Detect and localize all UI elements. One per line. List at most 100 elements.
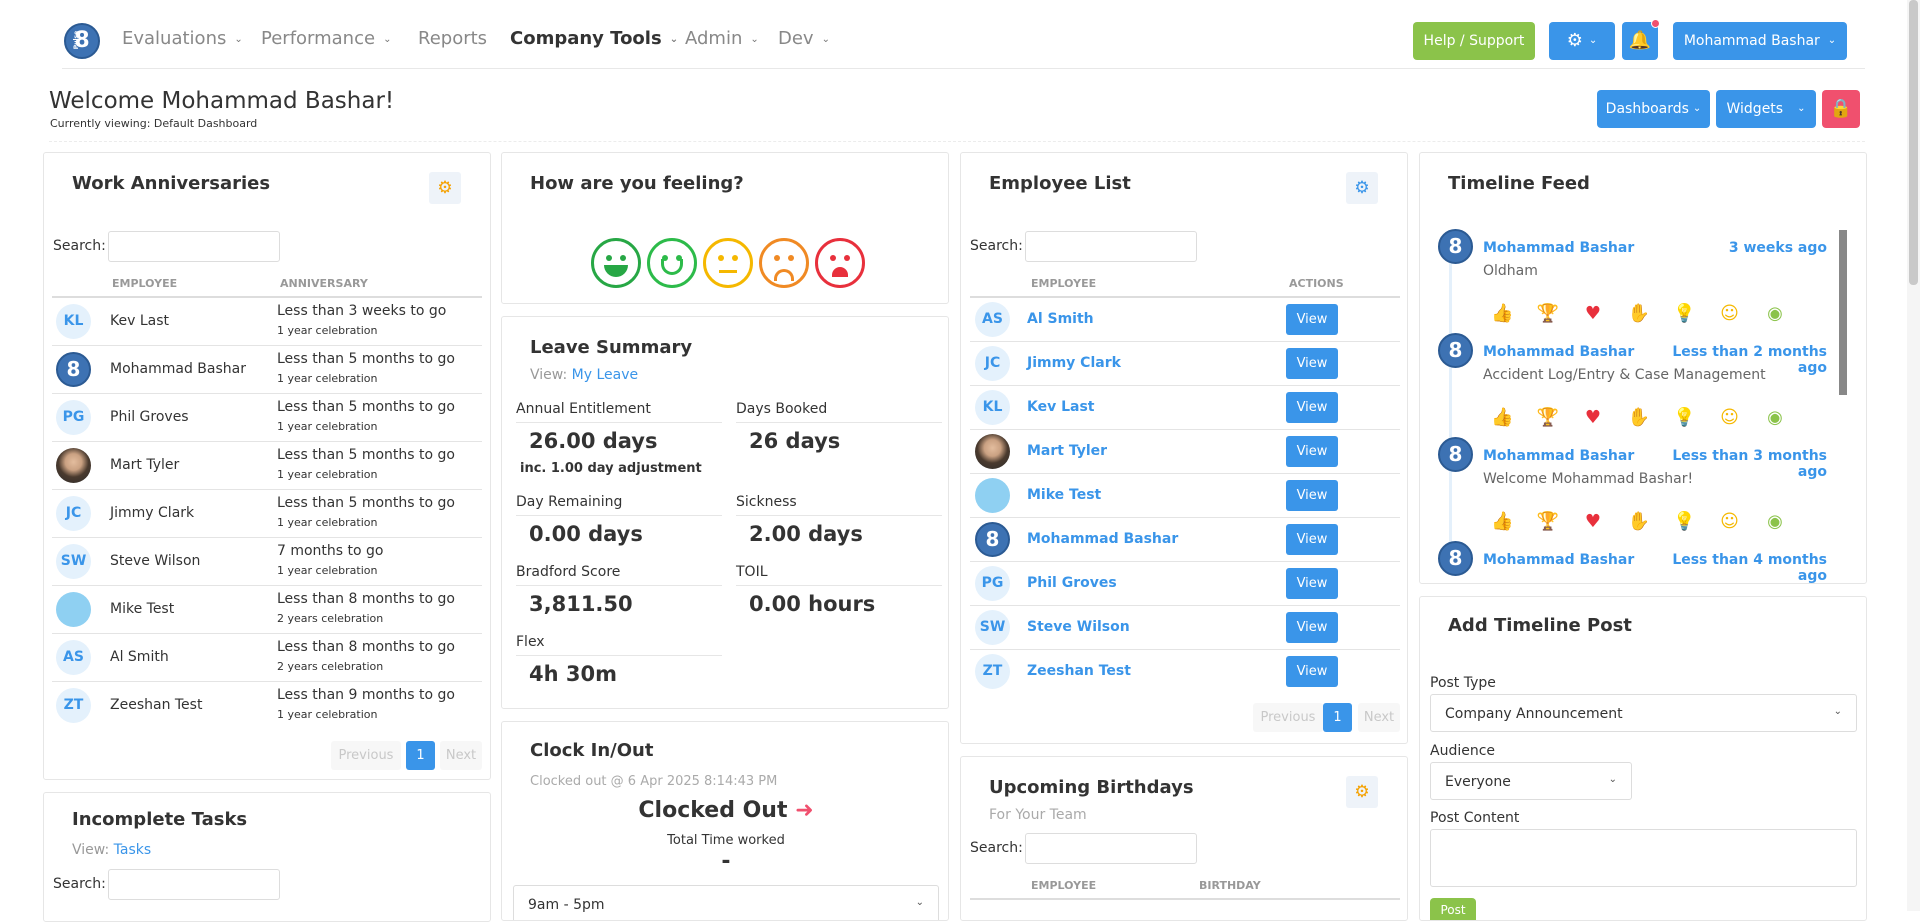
lightbulb-icon[interactable]: 💡 [1673,407,1695,428]
smile-icon[interactable]: ☺ [1719,303,1741,324]
settings-button[interactable]: ⚙ ⌄ [1549,22,1615,60]
employee-name-link[interactable]: Al Smith [1027,311,1094,327]
pager-next[interactable]: Next [1358,703,1400,732]
timeline-author-link[interactable]: Mohammad Bashar [1483,344,1634,360]
timeline-author-link[interactable]: Mohammad Bashar [1483,552,1634,568]
timeline-scrollbar[interactable] [1839,230,1847,395]
employee-search-input[interactable] [1025,231,1197,262]
neutral-face[interactable] [703,238,753,288]
very-happy-face[interactable] [591,238,641,288]
pager-page-1[interactable]: 1 [1323,703,1352,732]
employee-list-settings-button[interactable]: ⚙ [1346,172,1378,204]
total-time-label: Total Time worked [667,833,785,848]
shift-select[interactable]: 9am - 5pm ⌄ [513,885,939,920]
search-label: Search: [53,876,106,892]
anniversaries-search-input[interactable] [108,231,280,262]
notifications-button[interactable]: 🔔 [1622,22,1658,60]
dashboards-button[interactable]: Dashboards ⌄ [1597,90,1710,128]
eye [606,255,612,261]
nav-company-tools[interactable]: Company Tools ⌄ [510,28,678,49]
view-employee-button[interactable]: View [1286,656,1338,687]
eye-icon[interactable]: ◉ [1764,407,1786,428]
pager-previous[interactable]: Previous [331,741,401,770]
page-scrollbar[interactable] [1907,0,1920,911]
post-type-select[interactable]: Company Announcement ⌄ [1430,694,1857,732]
heart-icon[interactable]: ♥ [1582,407,1604,428]
timeline-author-link[interactable]: Mohammad Bashar [1483,240,1634,256]
view-employee-button[interactable]: View [1286,480,1338,511]
sad-face[interactable] [759,238,809,288]
birthdays-search-input[interactable] [1025,833,1197,864]
nav-evaluations-label: Evaluations [122,28,227,49]
eye [718,255,724,261]
nav-reports[interactable]: Reports [418,28,487,49]
employee-name-link[interactable]: Zeeshan Test [1027,663,1131,679]
help-support-button[interactable]: Help / Support [1413,22,1535,60]
nav-dev[interactable]: Dev ⌄ [778,28,830,49]
nav-admin[interactable]: Admin ⌄ [685,28,759,49]
view-employee-button[interactable]: View [1286,436,1338,467]
employee-name-link[interactable]: Phil Groves [1027,575,1117,591]
anniversary-celebration: 1 year celebration [277,324,378,337]
audience-select[interactable]: Everyone ⌄ [1430,762,1632,800]
view-employee-button[interactable]: View [1286,348,1338,379]
mouth [774,269,794,281]
view-employee-button[interactable]: View [1286,568,1338,599]
employee-name-link[interactable]: Mohammad Bashar [1027,531,1178,547]
view-employee-button[interactable]: View [1286,392,1338,423]
avatar: ZT [56,688,91,723]
employee-list-title: Employee List [989,173,1131,194]
employee-name-link[interactable]: Mike Test [1027,487,1101,503]
lock-dashboard-button[interactable]: 🔒 [1822,90,1860,128]
thumbs-up-icon[interactable]: 👍 [1491,407,1513,428]
trophy-icon[interactable]: 🏆 [1537,511,1559,532]
employee-name-link[interactable]: Kev Last [1027,399,1095,415]
very-sad-face[interactable] [815,238,865,288]
smile-icon[interactable]: ☺ [1719,407,1741,428]
birthdays-settings-button[interactable]: ⚙ [1346,776,1378,808]
heart-icon[interactable]: ♥ [1582,303,1604,324]
post-content-textarea[interactable] [1430,829,1857,887]
employee-name-link[interactable]: Jimmy Clark [1027,355,1121,371]
view-employee-button[interactable]: View [1286,612,1338,643]
thumbs-up-icon[interactable]: 👍 [1491,303,1513,324]
pulse8-logo[interactable]: Pulse 8 [64,23,100,59]
tasks-search-input[interactable] [108,869,280,900]
trophy-icon[interactable]: 🏆 [1537,407,1559,428]
days-booked-value: 26 days [749,429,841,453]
nav-evaluations[interactable]: Evaluations ⌄ [122,28,243,49]
pager-page-1[interactable]: 1 [406,741,435,770]
anniversaries-settings-button[interactable]: ⚙ [429,172,461,204]
day-remaining-value: 0.00 days [529,522,643,546]
smile-icon[interactable]: ☺ [1719,511,1741,532]
eye-icon[interactable]: ◉ [1764,511,1786,532]
sign-out-icon: ➜ [795,798,814,823]
page-scrollbar-thumb[interactable] [1909,0,1918,285]
user-menu-button[interactable]: Mohammad Bashar ⌄ [1673,22,1847,60]
pager-previous[interactable]: Previous [1253,703,1323,732]
widgets-button[interactable]: Widgets ⌄ [1716,90,1816,128]
tasks-link[interactable]: Tasks [114,842,152,858]
pager-next[interactable]: Next [440,741,482,770]
my-leave-link[interactable]: My Leave [572,367,638,383]
heart-icon[interactable]: ♥ [1582,511,1604,532]
nav-performance[interactable]: Performance ⌄ [261,28,391,49]
anniversary-when: Less than 8 months to go [277,639,455,655]
hand-heart-icon[interactable]: ✋ [1628,303,1650,324]
trophy-icon[interactable]: 🏆 [1537,303,1559,324]
happy-face[interactable] [647,238,697,288]
lightbulb-icon[interactable]: 💡 [1673,303,1695,324]
employee-name-link[interactable]: Mart Tyler [1027,443,1107,459]
eye-icon[interactable]: ◉ [1764,303,1786,324]
audience-label: Audience [1430,743,1496,759]
view-employee-button[interactable]: View [1286,304,1338,335]
thumbs-up-icon[interactable]: 👍 [1491,511,1513,532]
view-employee-button[interactable]: View [1286,524,1338,555]
lightbulb-icon[interactable]: 💡 [1673,511,1695,532]
avatar [975,434,1010,469]
hand-heart-icon[interactable]: ✋ [1628,407,1650,428]
employee-name-link[interactable]: Steve Wilson [1027,619,1130,635]
timeline-author-link[interactable]: Mohammad Bashar [1483,448,1634,464]
hand-heart-icon[interactable]: ✋ [1628,511,1650,532]
post-button[interactable]: Post [1430,898,1476,920]
